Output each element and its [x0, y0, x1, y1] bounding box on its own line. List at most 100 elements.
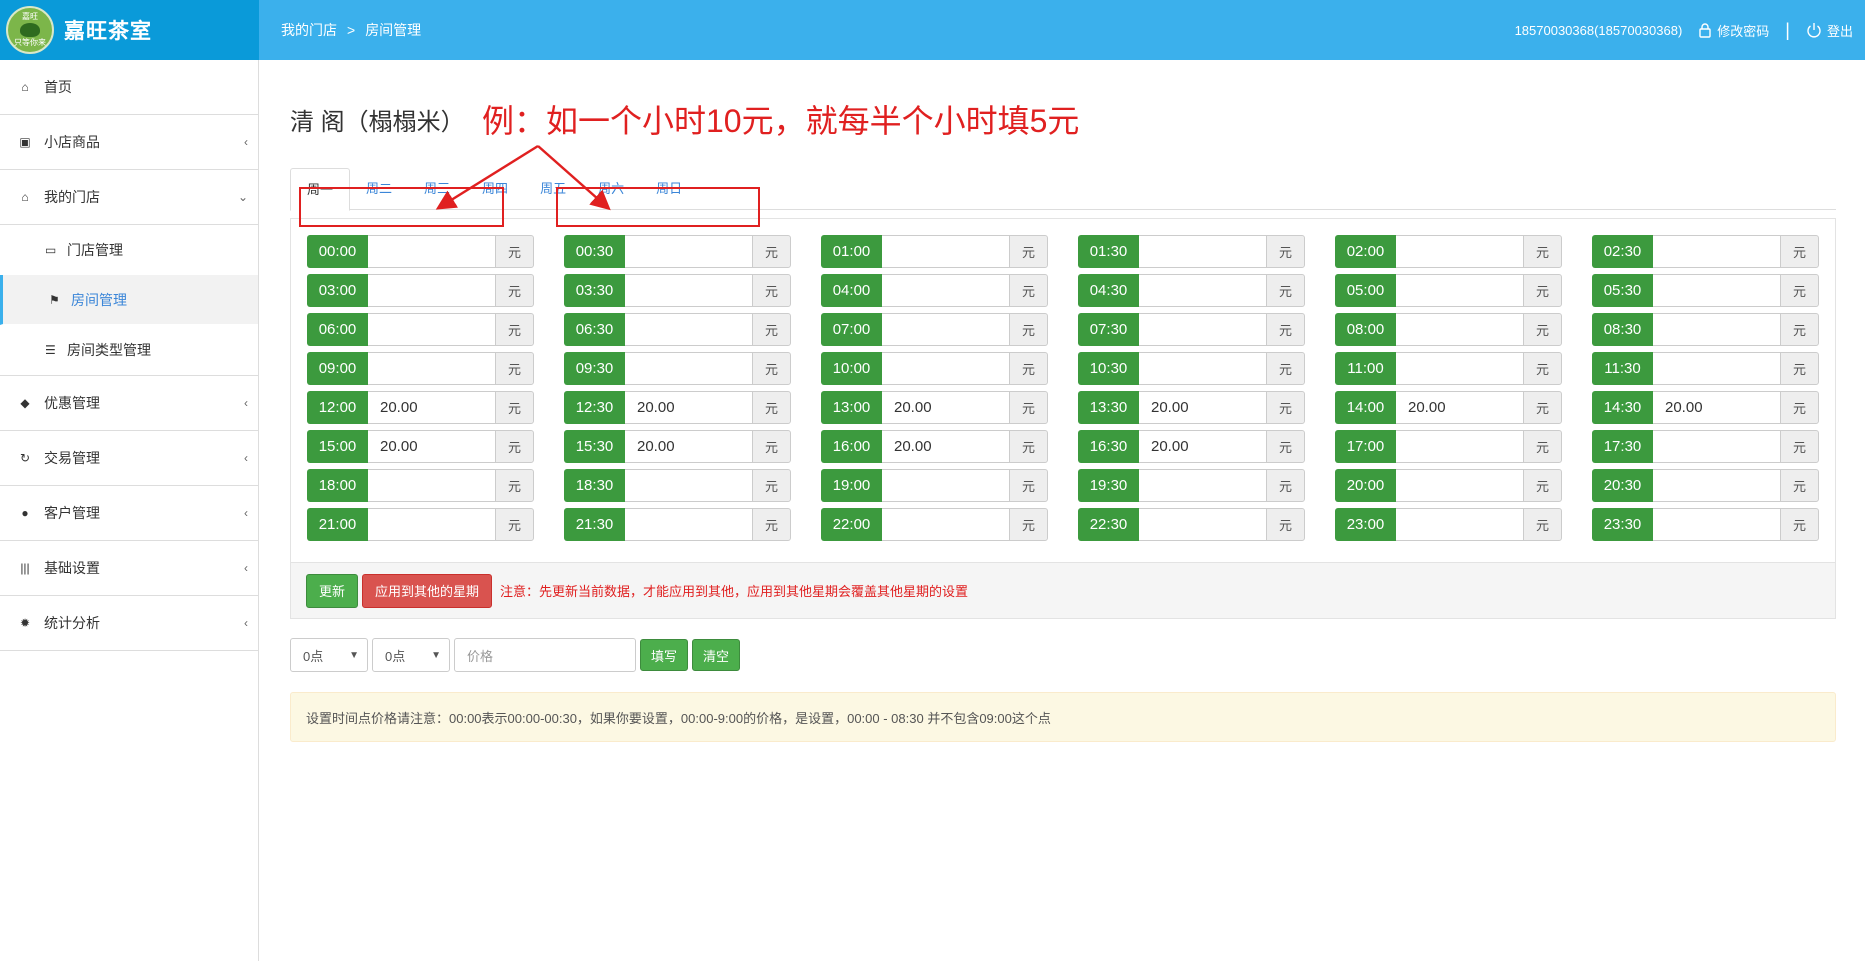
slot-price-input[interactable]: [1139, 352, 1266, 385]
slot-price-input[interactable]: [368, 508, 495, 541]
slot-time-label: 01:30: [1078, 235, 1139, 268]
sidebar-subitem-room-management[interactable]: ⚑ 房间管理: [0, 275, 258, 325]
slot-unit-label: 元: [1780, 235, 1819, 268]
slot-price-input[interactable]: 20.00: [625, 391, 752, 424]
slot-price-input[interactable]: [625, 469, 752, 502]
slot-price-input[interactable]: 20.00: [368, 391, 495, 424]
frog-logo-icon: [20, 23, 40, 37]
slot-price-input[interactable]: [368, 235, 495, 268]
slot-time-label: 11:30: [1592, 352, 1653, 385]
slot-price-input[interactable]: [882, 274, 1009, 307]
slot-price-input[interactable]: 20.00: [1396, 391, 1523, 424]
slot-price-input[interactable]: [882, 235, 1009, 268]
slot-price-input[interactable]: [1653, 313, 1780, 346]
slot-unit-label: 元: [1780, 508, 1819, 541]
price-slot: 03:30 元: [564, 274, 791, 307]
top-bar: 我的门店 > 房间管理 18570030368(18570030368) 修改密…: [259, 0, 1865, 60]
update-button[interactable]: 更新: [306, 573, 359, 608]
slot-price-input[interactable]: [1653, 235, 1780, 268]
slot-unit-label: 元: [1266, 274, 1305, 307]
sidebar-item-statistics[interactable]: ✹ 统计分析 ‹: [0, 596, 258, 651]
slot-time-label: 00:00: [307, 235, 368, 268]
sidebar-item-transactions[interactable]: ↻ 交易管理 ‹: [0, 431, 258, 486]
slot-price-input[interactable]: 20.00: [1139, 430, 1266, 463]
logout-link[interactable]: 登出: [1806, 21, 1853, 40]
price-slot: 16:30 20.00 元: [1078, 430, 1305, 463]
sidebar-item-my-store[interactable]: ⌂ 我的门店 ⌄: [0, 170, 258, 225]
slot-price-input[interactable]: [1653, 469, 1780, 502]
slot-price-input[interactable]: [368, 274, 495, 307]
slot-price-input[interactable]: [625, 313, 752, 346]
slot-price-input[interactable]: [1139, 469, 1266, 502]
apply-other-days-button[interactable]: 应用到其他的星期: [362, 573, 493, 608]
slot-price-input[interactable]: [1396, 235, 1523, 268]
slot-price-input[interactable]: 20.00: [1653, 391, 1780, 424]
price-slot: 22:00 元: [821, 508, 1048, 541]
slot-price-input[interactable]: [1396, 430, 1523, 463]
slot-unit-label: 元: [1523, 313, 1562, 346]
slot-unit-label: 元: [1780, 274, 1819, 307]
slot-price-input[interactable]: [625, 352, 752, 385]
slot-unit-label: 元: [1523, 430, 1562, 463]
slot-time-label: 20:00: [1335, 469, 1396, 502]
slot-price-input[interactable]: [368, 352, 495, 385]
fill-button[interactable]: 填写: [640, 639, 689, 671]
slot-price-input[interactable]: 20.00: [1139, 391, 1266, 424]
sidebar-item-customers[interactable]: ● 客户管理 ‹: [0, 486, 258, 541]
slot-price-input[interactable]: [882, 352, 1009, 385]
slot-price-input[interactable]: [882, 469, 1009, 502]
slot-price-input[interactable]: [1396, 313, 1523, 346]
slot-unit-label: 元: [1780, 430, 1819, 463]
slot-price-input[interactable]: [882, 313, 1009, 346]
slot-price-input[interactable]: [1396, 274, 1523, 307]
sidebar-item-shop-goods[interactable]: ▣ 小店商品 ‹: [0, 115, 258, 170]
slot-price-input[interactable]: [1653, 352, 1780, 385]
start-hour-select[interactable]: 0点 ▼: [290, 638, 368, 672]
sidebar-item-basic-settings[interactable]: ||| 基础设置 ‹: [0, 541, 258, 596]
slot-price-input[interactable]: [1139, 313, 1266, 346]
sidebar-subitem-room-type-management[interactable]: ☰ 房间类型管理: [0, 325, 258, 375]
end-hour-select[interactable]: 0点 ▼: [372, 638, 450, 672]
slot-price-input[interactable]: 20.00: [882, 430, 1009, 463]
price-slot: 01:00 元: [821, 235, 1048, 268]
change-password-link[interactable]: 修改密码: [1698, 21, 1769, 40]
slot-time-label: 01:00: [821, 235, 882, 268]
slot-price-input[interactable]: [1396, 469, 1523, 502]
barcode-icon: |||: [20, 561, 30, 575]
slot-unit-label: 元: [1523, 274, 1562, 307]
logo-image[interactable]: 嘉旺 只等你来: [6, 6, 54, 54]
slot-price-input[interactable]: [1139, 508, 1266, 541]
slot-price-input[interactable]: [1139, 235, 1266, 268]
slot-price-input[interactable]: 20.00: [882, 391, 1009, 424]
price-slot: 15:30 20.00 元: [564, 430, 791, 463]
breadcrumb-my-store[interactable]: 我的门店: [281, 20, 337, 40]
slot-price-input[interactable]: [625, 508, 752, 541]
price-slot: 15:00 20.00 元: [307, 430, 534, 463]
slot-price-input[interactable]: [368, 469, 495, 502]
bulk-fill-row: 0点 ▼ 0点 ▼ 价格 填写 清空: [290, 638, 741, 672]
price-slot: 22:30 元: [1078, 508, 1305, 541]
slot-price-input[interactable]: [1139, 274, 1266, 307]
price-input[interactable]: 价格: [454, 638, 636, 672]
sidebar-item-home[interactable]: ⌂ 首页: [0, 60, 258, 115]
slot-price-input[interactable]: [1396, 352, 1523, 385]
slot-unit-label: 元: [752, 469, 791, 502]
slot-price-input[interactable]: [1396, 508, 1523, 541]
slot-time-label: 14:30: [1592, 391, 1653, 424]
slot-price-input[interactable]: [1653, 430, 1780, 463]
slot-price-input[interactable]: [1653, 274, 1780, 307]
clear-button[interactable]: 清空: [692, 639, 741, 671]
slot-price-input[interactable]: [368, 313, 495, 346]
slot-price-input[interactable]: 20.00: [368, 430, 495, 463]
slot-time-label: 21:00: [307, 508, 368, 541]
slot-price-input[interactable]: 20.00: [625, 430, 752, 463]
sidebar-item-discount[interactable]: ◆ 优惠管理 ‹: [0, 376, 258, 431]
sidebar-subitem-store-management[interactable]: ▭ 门店管理: [0, 225, 258, 275]
app-title[interactable]: 嘉旺茶室: [64, 15, 152, 45]
slot-price-input[interactable]: [882, 508, 1009, 541]
slot-price-input[interactable]: [625, 274, 752, 307]
slot-time-label: 15:00: [307, 430, 368, 463]
slot-price-input[interactable]: [1653, 508, 1780, 541]
slot-price-input[interactable]: [625, 235, 752, 268]
inbox-icon: ▭: [45, 242, 57, 257]
